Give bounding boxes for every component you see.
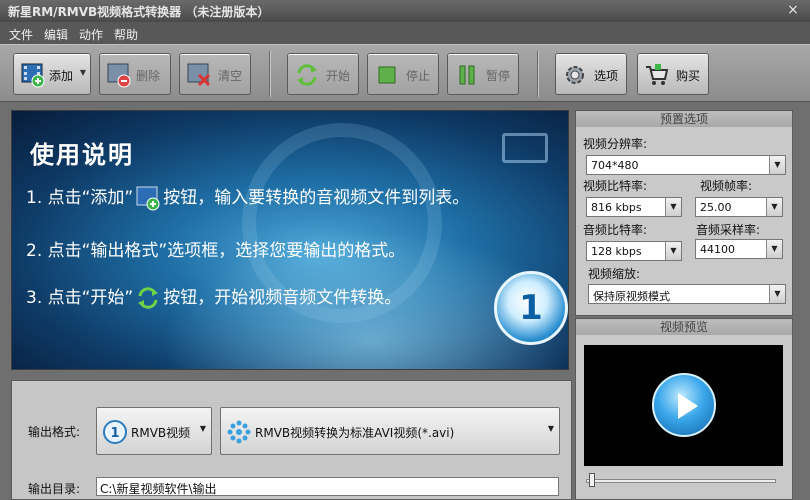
- menu-help[interactable]: 帮助: [114, 26, 138, 43]
- video-preview-screen[interactable]: [584, 345, 783, 466]
- output-format-select[interactable]: RMVB视频转换为标准AVI视频(*.avi) ▼: [220, 407, 560, 455]
- audio-bitrate-label: 音频比特率:: [583, 223, 648, 237]
- refresh-arrows-icon: [138, 287, 159, 309]
- chevron-down-icon[interactable]: ▼: [766, 240, 782, 258]
- chevron-down-icon[interactable]: ▼: [766, 198, 782, 216]
- rmvb-format-icon: 1: [103, 420, 127, 444]
- output-category-select[interactable]: 1 RMVB视频 ▼: [96, 407, 212, 455]
- menu-action[interactable]: 动作: [79, 26, 103, 43]
- presets-panel: 预置选项 视频分辨率: 704*480 ▼ 视频比特率: 视频帧率: 816 k…: [575, 110, 793, 316]
- video-fps-label: 视频帧率:: [700, 179, 753, 193]
- toolbar-separator: [269, 51, 271, 97]
- chevron-down-icon[interactable]: ▼: [769, 285, 785, 303]
- delete-button-label: 删除: [136, 69, 161, 83]
- presets-header: 预置选项: [576, 111, 792, 127]
- add-button-label: 添加: [49, 69, 74, 83]
- format-dots-icon: [227, 420, 251, 444]
- film-clear-icon: [187, 63, 211, 87]
- close-icon[interactable]: ×: [784, 1, 802, 19]
- chevron-down-icon[interactable]: ▼: [769, 156, 785, 174]
- output-format-label: 输出格式:: [28, 425, 81, 439]
- title-bar[interactable]: 新星RM/RMVB视频格式转换器 （未注册版本） ×: [0, 0, 810, 22]
- chevron-down-icon[interactable]: ▼: [200, 424, 206, 433]
- chevron-down-icon[interactable]: ▼: [665, 242, 681, 260]
- preview-header: 视频预览: [576, 319, 792, 335]
- pause-button[interactable]: 暂停: [447, 53, 519, 95]
- buy-button-label: 购买: [676, 69, 701, 83]
- clear-button-label: 清空: [218, 69, 243, 83]
- pause-button-label: 暂停: [486, 69, 511, 83]
- film-icon: [502, 133, 548, 163]
- window-title: 新星RM/RMVB视频格式转换器 （未注册版本）: [8, 5, 270, 19]
- toolbar-separator: [537, 51, 539, 97]
- add-button[interactable]: 添加 ▼: [13, 53, 91, 95]
- seek-handle[interactable]: [589, 473, 595, 487]
- instruction-panel: 使用说明 1. 点击“添加” 按钮，输入要转换的音视频文件到列表。 2. 点击“…: [11, 110, 569, 370]
- pause-icon: [459, 65, 475, 85]
- menu-file[interactable]: 文件: [9, 26, 33, 43]
- menu-edit[interactable]: 编辑: [44, 26, 68, 43]
- output-panel: 输出格式: 1 RMVB视频 ▼ RMVB视频转换为标准AVI视频(*.avi)…: [11, 380, 572, 500]
- chevron-down-icon[interactable]: ▼: [548, 424, 554, 433]
- seek-bar[interactable]: [586, 479, 776, 483]
- delete-button[interactable]: 删除: [99, 53, 171, 95]
- audio-samplerate-label: 音频采样率:: [696, 223, 761, 237]
- output-dir-field[interactable]: C:\新星视频软件\输出: [96, 477, 559, 496]
- film-add-icon: [21, 63, 45, 88]
- clear-button[interactable]: 清空: [179, 53, 251, 95]
- video-bitrate-label: 视频比特率:: [583, 179, 648, 193]
- video-fps-select[interactable]: 25.00 ▼: [695, 197, 783, 217]
- instruction-step-3: 3. 点击“开始” 按钮，开始视频音频文件转换。: [26, 283, 401, 311]
- stop-button-label: 停止: [406, 69, 431, 83]
- instruction-step-1: 1. 点击“添加” 按钮，输入要转换的音视频文件到列表。: [26, 183, 469, 211]
- toolbar: 添加 ▼ 删除 清空 开始 停止 暂停 选项 购买: [0, 44, 810, 102]
- video-resolution-label: 视频分辨率:: [583, 137, 648, 151]
- film-delete-icon: [107, 63, 131, 88]
- options-button-label: 选项: [594, 69, 619, 83]
- buy-button[interactable]: 购买: [637, 53, 709, 95]
- video-bitrate-select[interactable]: 816 kbps ▼: [586, 197, 682, 217]
- audio-samplerate-select[interactable]: 44100 ▼: [695, 239, 783, 259]
- audio-bitrate-select[interactable]: 128 kbps ▼: [586, 241, 682, 261]
- output-dir-label: 输出目录:: [28, 482, 81, 496]
- step-number-badge: 1: [494, 271, 568, 345]
- chevron-down-icon[interactable]: ▼: [665, 198, 681, 216]
- video-resolution-select[interactable]: 704*480 ▼: [586, 155, 786, 175]
- start-button-label: 开始: [326, 69, 351, 83]
- start-button[interactable]: 开始: [287, 53, 359, 95]
- refresh-arrows-icon: [297, 64, 317, 86]
- menu-bar: 文件 编辑 动作 帮助: [0, 22, 810, 44]
- stop-icon: [378, 66, 396, 84]
- shopping-cart-icon: [646, 64, 669, 85]
- chevron-down-icon[interactable]: ▼: [80, 68, 86, 77]
- preview-panel: 视频预览: [575, 318, 793, 500]
- stop-button[interactable]: 停止: [367, 53, 439, 95]
- options-button[interactable]: 选项: [555, 53, 627, 95]
- film-add-icon: [136, 186, 160, 211]
- video-scale-label: 视频缩放:: [588, 267, 641, 281]
- svg-text:1: 1: [110, 426, 119, 441]
- instruction-step-2: 2. 点击“输出格式”选项框，选择您要输出的格式。: [26, 241, 406, 261]
- instruction-heading: 使用说明: [30, 141, 134, 169]
- app-window: 新星RM/RMVB视频格式转换器 （未注册版本） × 文件 编辑 动作 帮助 添…: [0, 0, 810, 500]
- gear-icon: [566, 66, 584, 84]
- video-scale-select[interactable]: 保持原视频模式 ▼: [588, 284, 786, 304]
- play-icon[interactable]: [652, 373, 716, 437]
